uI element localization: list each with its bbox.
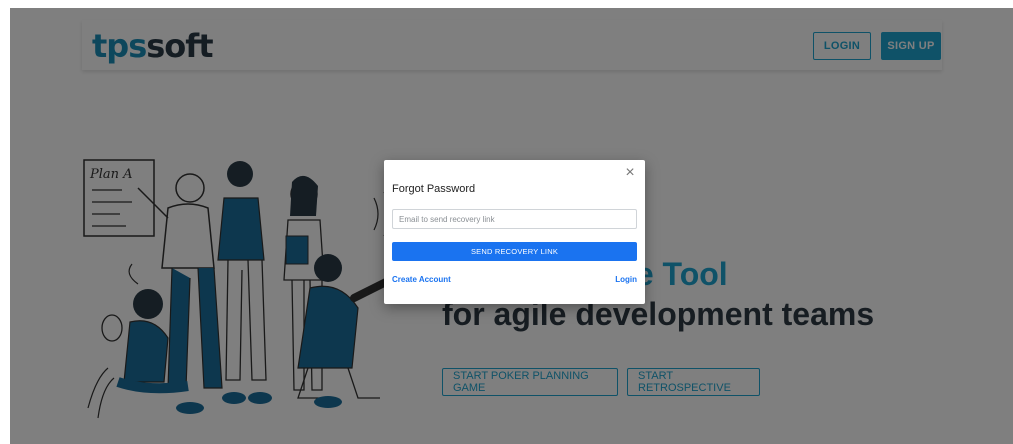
forgot-password-dialog: × Forgot Password SEND RECOVERY LINK Cre… [384,160,645,304]
dialog-title: Forgot Password [392,183,476,195]
landing-page: tpssoft LOGIN SIGN UP Plan A [10,8,1013,444]
send-recovery-link-button[interactable]: SEND RECOVERY LINK [392,242,637,261]
recovery-email-input[interactable] [392,209,637,229]
create-account-link[interactable]: Create Account [392,275,451,284]
login-link[interactable]: Login [615,275,637,284]
close-icon[interactable]: × [623,165,637,181]
